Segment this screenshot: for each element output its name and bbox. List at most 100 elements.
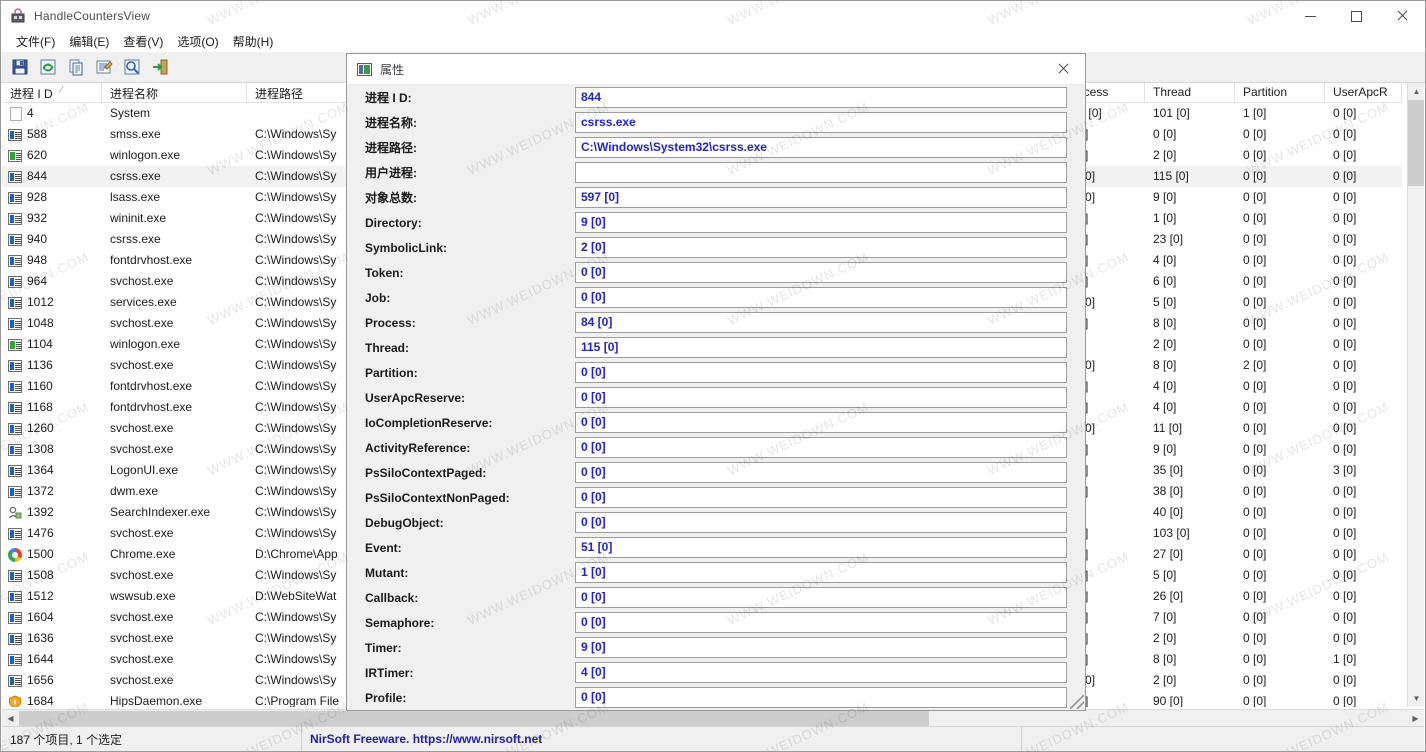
scroll-right-icon[interactable]: ▶: [1407, 710, 1424, 727]
column-header-1[interactable]: 进程名称: [102, 83, 247, 103]
save-icon[interactable]: [7, 54, 33, 80]
field-pssilocontextnonpaged-label: PsSiloContextNonPaged:: [365, 490, 510, 505]
field-symboliclink[interactable]: 2 [0]: [575, 237, 1067, 258]
vertical-scrollbar[interactable]: ▲ ▼: [1407, 83, 1424, 707]
close-button[interactable]: [1379, 1, 1425, 31]
cell-process-name: winlogon.exe: [110, 337, 181, 351]
field-job[interactable]: 0 [0]: [575, 287, 1067, 308]
field-process-path[interactable]: C:\Windows\System32\csrss.exe: [575, 137, 1067, 158]
cell-userapc: 1 [0]: [1333, 652, 1357, 666]
field-iocompletionreserve[interactable]: 0 [0]: [575, 412, 1067, 433]
field-activityreference[interactable]: 0 [0]: [575, 437, 1067, 458]
cell-process-name: LogonUI.exe: [110, 463, 179, 477]
field-userapcreserve[interactable]: 0 [0]: [575, 387, 1067, 408]
field-token-label: Token:: [365, 265, 404, 280]
column-header-4[interactable]: Thread: [1145, 83, 1235, 103]
refresh-icon[interactable]: [35, 54, 61, 80]
column-header-0[interactable]: 进程 I D ⁄: [2, 83, 102, 103]
app-icon: [10, 8, 26, 24]
properties-icon[interactable]: [91, 54, 117, 80]
field-timer[interactable]: 9 [0]: [575, 637, 1067, 658]
field-activityreference-row: ActivityReference: 0 [0]: [347, 435, 1085, 460]
field-callback[interactable]: 0 [0]: [575, 587, 1067, 608]
field-irtimer[interactable]: 4 [0]: [575, 662, 1067, 683]
cell-process-name: svchost.exe: [110, 673, 174, 687]
horizontal-scroll-thumb[interactable]: [19, 711, 929, 726]
field-directory[interactable]: 9 [0]: [575, 212, 1067, 233]
dialog-close-button[interactable]: [1041, 54, 1085, 85]
cell-thread: 8 [0]: [1153, 652, 1177, 666]
cell-process-id: 1684: [2, 691, 102, 707]
field-pssilocontextpaged[interactable]: 0 [0]: [575, 462, 1067, 483]
scroll-left-icon[interactable]: ◀: [2, 710, 19, 727]
cell-thread: 2 [0]: [1153, 337, 1177, 351]
field-event[interactable]: 51 [0]: [575, 537, 1067, 558]
cell-process-id: 1604: [2, 607, 102, 628]
process-id-text: 1508: [27, 568, 54, 582]
cell-partition: 0 [0]: [1243, 421, 1267, 435]
cell-process-name: svchost.exe: [110, 568, 174, 582]
cell-userapc: 0 [0]: [1333, 379, 1357, 393]
field-partition[interactable]: 0 [0]: [575, 362, 1067, 383]
maximize-button[interactable]: [1333, 1, 1379, 31]
cell-process-name: svchost.exe: [110, 421, 174, 435]
field-semaphore[interactable]: 0 [0]: [575, 612, 1067, 633]
column-header-label: Thread: [1153, 85, 1192, 99]
field-token[interactable]: 0 [0]: [575, 262, 1067, 283]
menu-edit[interactable]: 编辑(E): [62, 31, 116, 52]
column-header-label: 进程名称: [110, 87, 159, 101]
scroll-down-icon[interactable]: ▼: [1408, 690, 1424, 707]
cell-userapc: 0 [0]: [1333, 253, 1357, 267]
win-icon: [8, 170, 22, 183]
menu-options[interactable]: 选项(O): [170, 31, 225, 52]
cell-process-id: 1512: [2, 586, 102, 607]
dialog-body: 进程 I D: 844 进程名称: csrss.exe 进程路径: C:\Windows\…: [347, 85, 1085, 710]
field-token-row: Token: 0 [0]: [347, 260, 1085, 285]
find-icon[interactable]: [119, 54, 145, 80]
cell-thread: 4 [0]: [1153, 400, 1177, 414]
properties-dialog[interactable]: 属性 进程 I D: 844 进程名称: csrss.exe 进程路径: C:\Windo…: [346, 53, 1086, 711]
field-total-objects[interactable]: 597 [0]: [575, 187, 1067, 208]
status-nirsoft-link[interactable]: NirSoft Freeware. https://www.nirsoft.ne…: [302, 726, 1022, 751]
cell-thread: 6 [0]: [1153, 274, 1177, 288]
cell-process-id: 1260: [2, 418, 102, 439]
column-header-label: Partition: [1243, 85, 1288, 99]
dialog-resize-grip[interactable]: [1070, 695, 1084, 709]
cell-userapc: 0 [0]: [1333, 442, 1357, 456]
field-debugobject[interactable]: 0 [0]: [575, 512, 1067, 533]
copy-icon[interactable]: [63, 54, 89, 80]
win-icon: [8, 590, 22, 603]
field-timer-row: Timer: 9 [0]: [347, 635, 1085, 660]
wing-icon: [8, 338, 22, 351]
field-process-name[interactable]: csrss.exe: [575, 112, 1067, 133]
process-id-text: 948: [27, 253, 48, 267]
field-semaphore-row: Semaphore: 0 [0]: [347, 610, 1085, 635]
field-job-row: Job: 0 [0]: [347, 285, 1085, 310]
scroll-up-icon[interactable]: ▲: [1408, 83, 1424, 100]
menu-view[interactable]: 查看(V): [116, 31, 170, 52]
field-user-process[interactable]: [575, 162, 1067, 183]
exit-icon[interactable]: [147, 54, 173, 80]
field-semaphore-label: Semaphore:: [365, 615, 435, 630]
menu-help[interactable]: 帮助(H): [226, 31, 281, 52]
column-header-6[interactable]: UserApcR: [1325, 83, 1402, 103]
field-process[interactable]: 84 [0]: [575, 312, 1067, 333]
field-partition-label: Partition:: [365, 365, 418, 380]
column-header-5[interactable]: Partition: [1235, 83, 1325, 103]
cell-process-name: svchost.exe: [110, 442, 174, 456]
field-profile[interactable]: 0 [0]: [575, 687, 1067, 708]
cell-process-id: 1012: [2, 292, 102, 313]
process-id-text: 1392: [27, 505, 54, 519]
field-thread[interactable]: 115 [0]: [575, 337, 1067, 358]
menu-file[interactable]: 文件(F): [9, 31, 62, 52]
field-mutant[interactable]: 1 [0]: [575, 562, 1067, 583]
field-pssilocontextnonpaged[interactable]: 0 [0]: [575, 487, 1067, 508]
field-process-id[interactable]: 844: [575, 87, 1067, 108]
cell-userapc: 0 [0]: [1333, 211, 1357, 225]
vertical-scroll-thumb[interactable]: [1408, 100, 1424, 186]
title-bar: HandleCountersView: [1, 1, 1425, 31]
horizontal-scrollbar[interactable]: ◀ ▶: [2, 709, 1424, 726]
minimize-button[interactable]: [1287, 1, 1333, 31]
cell-thread: 5 [0]: [1153, 568, 1177, 582]
win-icon: [8, 653, 22, 666]
